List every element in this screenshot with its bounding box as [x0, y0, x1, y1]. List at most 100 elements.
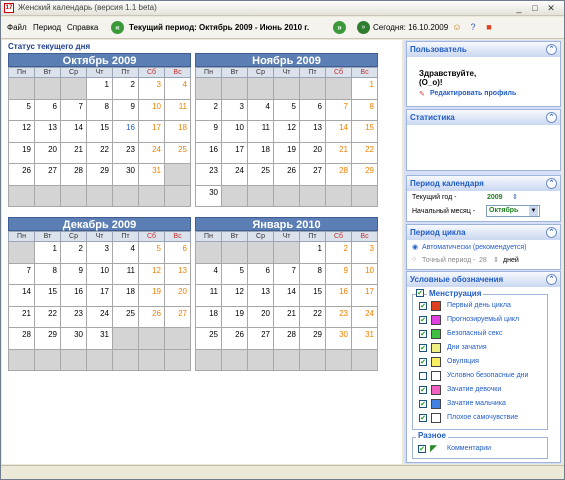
day-cell[interactable]: 3 — [351, 241, 378, 264]
legend-checkbox[interactable]: ✔ — [419, 400, 427, 408]
day-cell[interactable]: 12 — [273, 120, 300, 143]
day-cell[interactable]: 7 — [273, 262, 300, 285]
day-cell[interactable]: 18 — [164, 120, 191, 143]
day-cell[interactable]: 14 — [325, 120, 352, 143]
day-cell[interactable]: 18 — [195, 305, 222, 328]
day-cell[interactable]: 13 — [34, 120, 61, 143]
day-cell[interactable]: 3 — [221, 98, 248, 121]
menu-period[interactable]: Период — [33, 23, 61, 32]
legend-checkbox[interactable]: ✔ — [419, 386, 427, 394]
day-cell[interactable]: 25 — [195, 327, 222, 350]
cycle-section-header[interactable]: Период цикла ⌃ — [407, 225, 560, 240]
day-cell[interactable]: 26 — [273, 163, 300, 186]
day-cell[interactable]: 20 — [34, 141, 61, 164]
menu-file[interactable]: Файл — [7, 23, 27, 32]
title-bar[interactable]: 17 Женский календарь (версия 1.1 beta) _… — [1, 1, 564, 16]
menu-help[interactable]: Справка — [67, 23, 98, 32]
day-cell[interactable]: 6 — [299, 98, 326, 121]
day-cell[interactable]: 15 — [351, 120, 378, 143]
prev-period-button[interactable]: « — [111, 21, 124, 34]
day-cell[interactable]: 16 — [325, 284, 352, 307]
day-cell[interactable]: 19 — [273, 141, 300, 164]
day-cell[interactable]: 20 — [164, 284, 191, 307]
day-cell[interactable]: 16 — [195, 141, 222, 164]
day-cell[interactable]: 21 — [325, 141, 352, 164]
day-cell[interactable]: 25 — [164, 141, 191, 164]
day-cell[interactable]: 8 — [86, 98, 113, 121]
day-cell[interactable]: 6 — [164, 241, 191, 264]
day-cell[interactable]: 9 — [60, 262, 87, 285]
menstruation-checkbox[interactable]: ✔ — [416, 289, 424, 297]
day-cell[interactable]: 23 — [60, 305, 87, 328]
day-cell[interactable]: 17 — [86, 284, 113, 307]
day-cell[interactable]: 2 — [112, 77, 139, 100]
day-cell[interactable]: 10 — [138, 98, 165, 121]
day-cell[interactable]: 29 — [86, 163, 113, 186]
day-cell[interactable]: 17 — [138, 120, 165, 143]
day-cell[interactable]: 28 — [60, 163, 87, 186]
day-cell[interactable]: 5 — [221, 262, 248, 285]
day-cell[interactable]: 8 — [34, 262, 61, 285]
collapse-icon[interactable]: ⌃ — [546, 274, 557, 285]
day-cell[interactable]: 29 — [351, 163, 378, 186]
user-section-header[interactable]: Пользователь ⌃ — [407, 42, 560, 57]
day-cell[interactable]: 26 — [221, 327, 248, 350]
day-cell[interactable]: 19 — [8, 141, 35, 164]
day-cell[interactable]: 23 — [112, 141, 139, 164]
day-cell[interactable]: 21 — [273, 305, 300, 328]
comments-checkbox[interactable]: ✔ — [418, 445, 426, 453]
day-cell[interactable]: 4 — [247, 98, 274, 121]
day-cell[interactable]: 28 — [8, 327, 35, 350]
day-cell[interactable]: 20 — [247, 305, 274, 328]
day-cell[interactable]: 6 — [247, 262, 274, 285]
go-today-button[interactable]: » — [357, 21, 370, 34]
legend-checkbox[interactable]: ✔ — [419, 316, 427, 324]
day-cell[interactable]: 11 — [247, 120, 274, 143]
day-cell[interactable]: 10 — [86, 262, 113, 285]
auto-radio[interactable]: ◉ — [412, 243, 418, 251]
day-cell[interactable]: 9 — [325, 262, 352, 285]
day-cell[interactable]: 21 — [60, 141, 87, 164]
day-cell[interactable]: 2 — [325, 241, 352, 264]
day-cell[interactable]: 24 — [221, 163, 248, 186]
day-cell[interactable]: 14 — [273, 284, 300, 307]
day-cell[interactable]: 30 — [195, 184, 222, 207]
day-cell[interactable]: 29 — [299, 327, 326, 350]
day-cell[interactable]: 27 — [34, 163, 61, 186]
day-cell[interactable]: 9 — [112, 98, 139, 121]
day-cell[interactable]: 1 — [86, 77, 113, 100]
day-cell[interactable]: 30 — [112, 163, 139, 186]
collapse-icon[interactable]: ⌃ — [546, 178, 557, 189]
day-cell[interactable]: 23 — [195, 163, 222, 186]
day-cell[interactable]: 12 — [8, 120, 35, 143]
minimize-button[interactable]: _ — [512, 3, 526, 14]
day-cell[interactable]: 8 — [299, 262, 326, 285]
legend-checkbox[interactable]: ✔ — [419, 302, 427, 310]
day-cell[interactable]: 24 — [138, 141, 165, 164]
day-cell[interactable]: 26 — [138, 305, 165, 328]
day-cell[interactable]: 17 — [351, 284, 378, 307]
collapse-icon[interactable]: ⌃ — [546, 112, 557, 123]
calendar-period-header[interactable]: Период календаря ⌃ — [407, 176, 560, 191]
day-cell[interactable]: 22 — [299, 305, 326, 328]
year-spin-icon[interactable]: ⇕ — [512, 193, 518, 201]
day-cell[interactable]: 11 — [164, 98, 191, 121]
day-cell[interactable]: 3 — [86, 241, 113, 264]
day-cell[interactable]: 5 — [273, 98, 300, 121]
exact-spin-icon[interactable]: ⇕ — [493, 256, 499, 264]
day-cell[interactable]: 18 — [112, 284, 139, 307]
day-cell[interactable]: 27 — [164, 305, 191, 328]
collapse-icon[interactable]: ⌃ — [546, 44, 557, 55]
day-cell[interactable]: 7 — [8, 262, 35, 285]
legend-checkbox[interactable] — [419, 372, 427, 380]
day-cell[interactable]: 11 — [195, 284, 222, 307]
day-cell[interactable]: 2 — [60, 241, 87, 264]
collapse-icon[interactable]: ⌃ — [546, 227, 557, 238]
legend-checkbox[interactable]: ✔ — [419, 344, 427, 352]
day-cell[interactable]: 24 — [86, 305, 113, 328]
day-cell[interactable]: 28 — [273, 327, 300, 350]
day-cell[interactable]: 1 — [351, 77, 378, 100]
year-value[interactable]: 2009 — [487, 194, 503, 201]
day-cell[interactable]: 20 — [299, 141, 326, 164]
day-cell[interactable]: 5 — [138, 241, 165, 264]
